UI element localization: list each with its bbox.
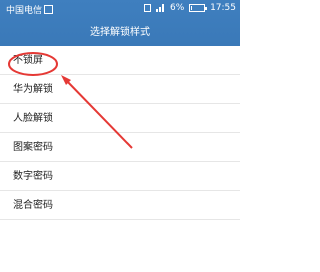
option-password[interactable]: 混合密码 <box>0 191 240 220</box>
sim-icon <box>44 5 54 14</box>
carrier: 中国电信 <box>6 3 54 16</box>
option-label: 图案密码 <box>13 142 53 153</box>
option-label: 不锁屏 <box>13 55 43 66</box>
option-label: 数字密码 <box>13 171 53 182</box>
option-pattern[interactable]: 图案密码 <box>0 133 240 162</box>
app-header: 中国电信 6% 17:55 选择解锁样式 <box>0 0 240 46</box>
battery-percent: 6% <box>170 3 185 13</box>
option-label: 人脸解锁 <box>13 113 53 124</box>
option-label: 华为解锁 <box>13 84 53 95</box>
option-pin[interactable]: 数字密码 <box>0 162 240 191</box>
option-face-unlock[interactable]: 人脸解锁 <box>0 104 240 133</box>
option-no-lock[interactable]: 不锁屏 <box>0 46 240 75</box>
battery-fill <box>191 6 193 10</box>
page-title: 选择解锁样式 <box>90 27 150 38</box>
status-indicators: 6% 17:55 <box>142 3 236 14</box>
signal-icon <box>156 4 165 12</box>
option-huawei-unlock[interactable]: 华为解锁 <box>0 75 240 104</box>
battery-icon <box>189 4 208 12</box>
carrier-label: 中国电信 <box>6 6 43 16</box>
unlock-options-list: 不锁屏 华为解锁 人脸解锁 图案密码 数字密码 混合密码 <box>0 46 240 220</box>
notification-icon <box>144 4 152 12</box>
screen: 中国电信 6% 17:55 选择解锁样式 不锁屏 华为解锁 人脸解锁 图案密码 … <box>0 0 240 272</box>
clock: 17:55 <box>210 3 236 13</box>
option-label: 混合密码 <box>13 200 53 211</box>
status-bar: 中国电信 6% 17:55 <box>0 0 240 20</box>
